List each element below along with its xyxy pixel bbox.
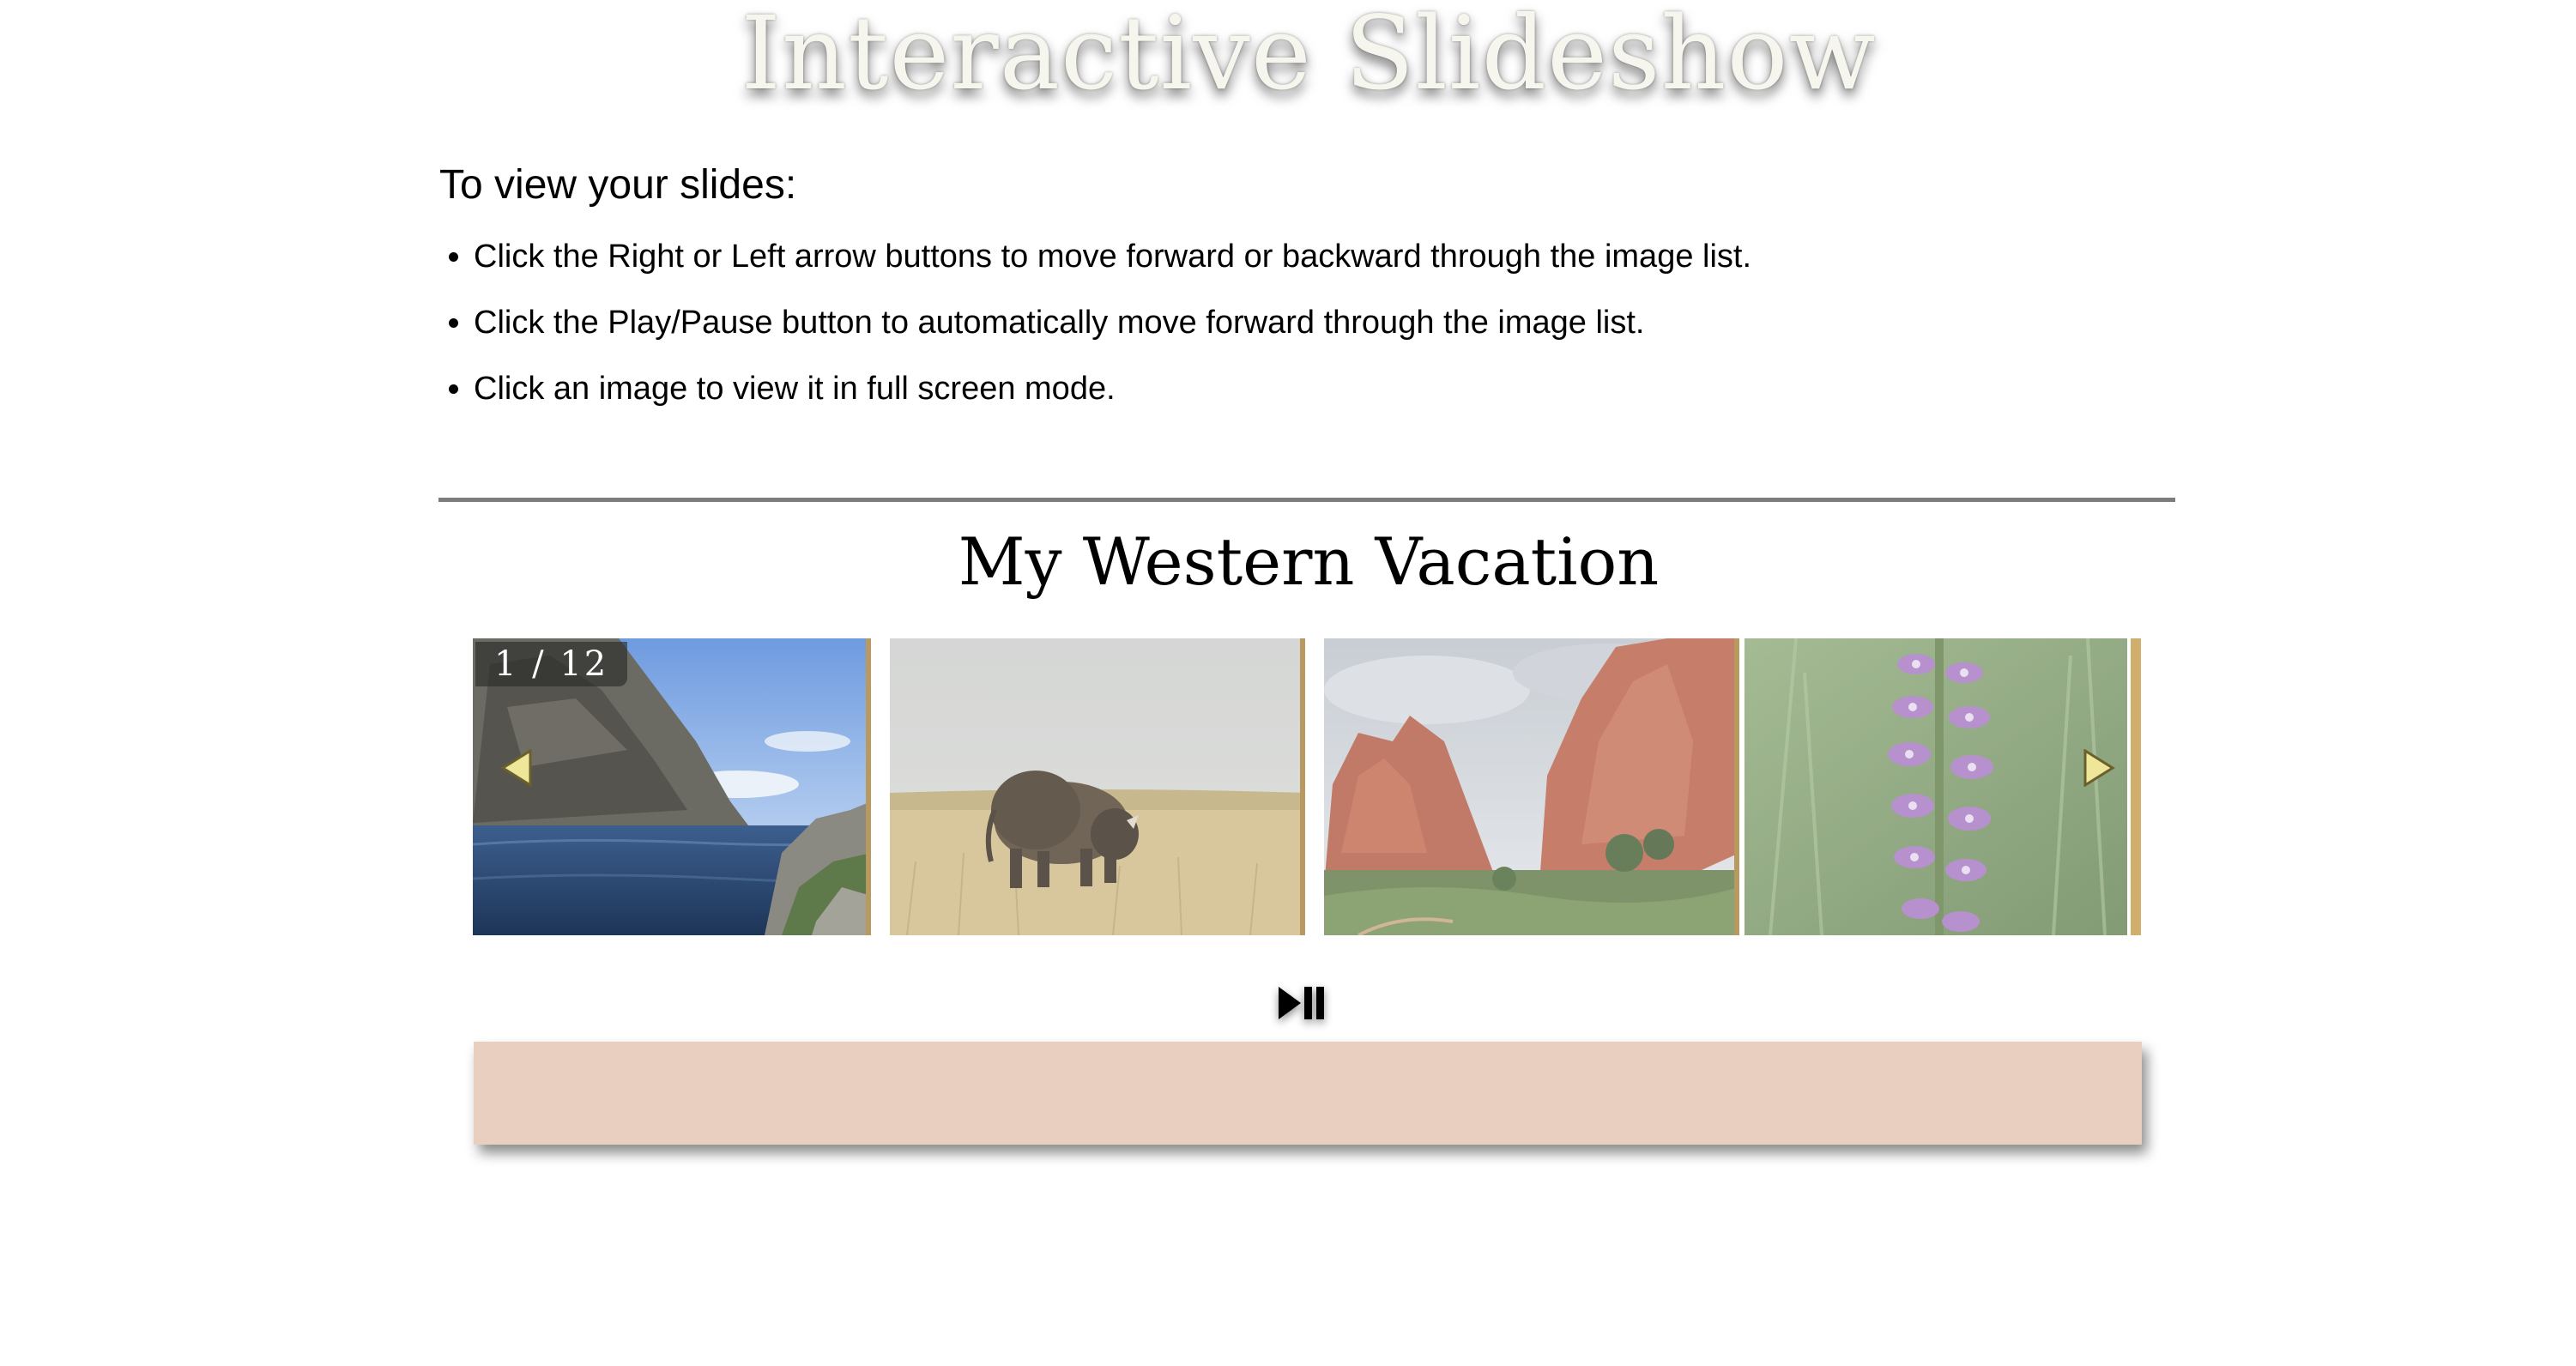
- instruction-item: Click an image to view it in full screen…: [474, 364, 2173, 414]
- slideshow-strip: 1 / 12: [473, 638, 2141, 935]
- slide-wildflower[interactable]: [1745, 638, 2141, 935]
- slide-counter: 1 / 12: [475, 642, 628, 686]
- instructions-list: Click the Right or Left arrow buttons to…: [439, 232, 2173, 414]
- next-slide-button[interactable]: [2082, 749, 2116, 787]
- slide-overlay: [1745, 638, 2141, 935]
- previous-slide-button[interactable]: [499, 749, 534, 787]
- slide-overlay: [1324, 638, 1734, 935]
- instructions-section: To view your slides: Click the Right or …: [439, 158, 2173, 430]
- slide-overlay: [890, 638, 1300, 935]
- instructions-heading: To view your slides:: [439, 162, 797, 208]
- slide-red-rocks[interactable]: [1324, 638, 1739, 935]
- play-pause-button[interactable]: [1277, 985, 1327, 1021]
- slide-bison[interactable]: [890, 638, 1305, 935]
- slide-mountain-lake[interactable]: 1 / 12: [473, 638, 871, 935]
- album-title: My Western Vacation: [958, 523, 1660, 600]
- play-pause-icon: [1279, 987, 1324, 1019]
- instruction-item: Click the Play/Pause button to automatic…: [474, 298, 2173, 348]
- page: Interactive Slideshow To view your slide…: [0, 0, 2576, 1366]
- slide-caption: [474, 1042, 2142, 1145]
- next-slide-edge: [2127, 638, 2141, 935]
- instruction-item: Click the Right or Left arrow buttons to…: [474, 232, 2173, 281]
- section-divider: [438, 498, 2175, 502]
- left-arrow-icon: [500, 749, 532, 787]
- page-title: Interactive Slideshow: [741, 0, 1877, 112]
- right-arrow-icon: [2083, 749, 2115, 787]
